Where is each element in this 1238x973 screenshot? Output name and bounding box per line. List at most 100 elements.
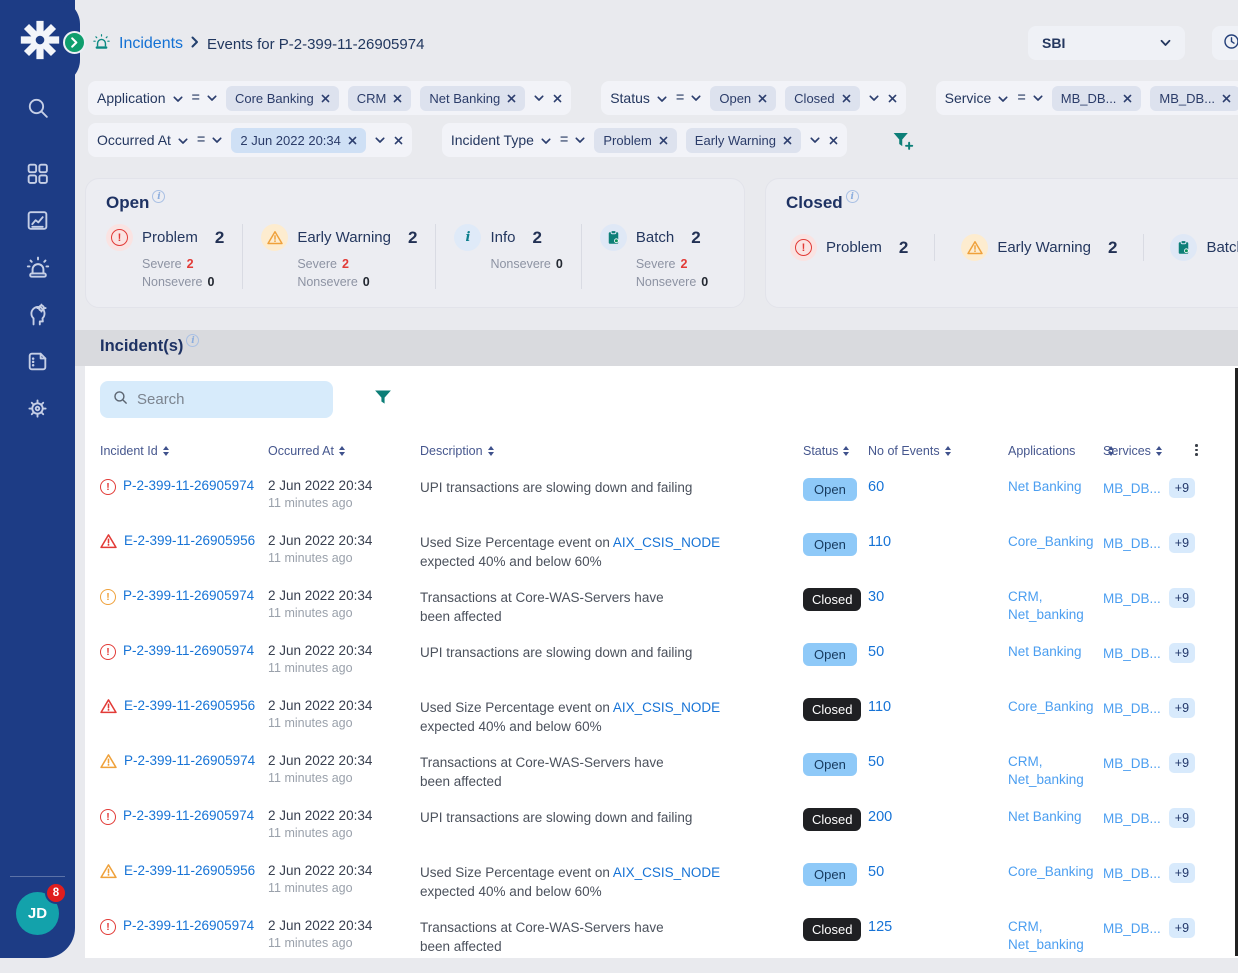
column-header-services[interactable]: Services: [1103, 444, 1162, 458]
remove-chip-icon[interactable]: [1123, 94, 1132, 103]
service-link[interactable]: MB_DB...: [1103, 756, 1161, 771]
remove-chip-icon[interactable]: [507, 94, 516, 103]
application-link[interactable]: CRM, Net_banking: [1008, 753, 1084, 789]
sidebar-item-incidents[interactable]: [24, 254, 51, 281]
remove-chip-icon[interactable]: [1222, 94, 1231, 103]
filter-field-button-application[interactable]: Application: [97, 90, 183, 106]
events-count-link[interactable]: 50: [868, 754, 884, 770]
application-link[interactable]: Core_Banking: [1008, 863, 1094, 881]
application-link[interactable]: CRM, Net_banking: [1008, 588, 1084, 624]
add-filter-icon[interactable]: [891, 129, 914, 152]
more-services-chip[interactable]: +9: [1169, 643, 1195, 663]
expand-chips-icon[interactable]: [534, 95, 544, 102]
incident-id-link[interactable]: P-2-399-11-26905974: [123, 588, 254, 603]
filter-field-button-occurred-at[interactable]: Occurred At: [97, 132, 188, 148]
incident-id-link[interactable]: P-2-399-11-26905974: [123, 643, 254, 658]
service-link[interactable]: MB_DB...: [1103, 591, 1161, 606]
clear-filter-icon[interactable]: [394, 136, 403, 145]
application-link[interactable]: Net Banking: [1008, 808, 1082, 826]
clear-filter-icon[interactable]: [888, 94, 897, 103]
sort-icon[interactable]: [1156, 446, 1162, 456]
column-header-occurred-at[interactable]: Occurred At: [268, 444, 345, 458]
service-link[interactable]: MB_DB...: [1103, 811, 1161, 826]
more-services-chip[interactable]: +9: [1169, 588, 1195, 608]
remove-chip-icon[interactable]: [758, 94, 767, 103]
service-link[interactable]: MB_DB...: [1103, 866, 1161, 881]
filter-field-button-service[interactable]: Service: [945, 90, 1009, 106]
remove-chip-icon[interactable]: [321, 94, 330, 103]
table-filter-icon[interactable]: [372, 387, 394, 411]
description-link[interactable]: AIX_CSIS_NODE: [613, 865, 720, 880]
service-link[interactable]: MB_DB...: [1103, 701, 1161, 716]
filter-operator-button[interactable]: =: [197, 132, 222, 148]
clear-filter-icon[interactable]: [829, 136, 838, 145]
service-link[interactable]: MB_DB...: [1103, 536, 1161, 551]
sort-icon[interactable]: [339, 446, 345, 456]
application-link[interactable]: Net Banking: [1008, 478, 1082, 496]
remove-chip-icon[interactable]: [659, 136, 668, 145]
service-link[interactable]: MB_DB...: [1103, 921, 1161, 936]
info-icon[interactable]: [186, 334, 199, 347]
info-icon[interactable]: [846, 190, 859, 203]
application-link[interactable]: Core_Banking: [1008, 533, 1094, 551]
events-count-link[interactable]: 60: [868, 479, 884, 495]
remove-chip-icon[interactable]: [842, 94, 851, 103]
sidebar-item-search[interactable]: [24, 94, 51, 121]
incident-id-link[interactable]: P-2-399-11-26905974: [123, 478, 254, 493]
description-link[interactable]: AIX_CSIS_NODE: [613, 535, 720, 550]
incident-id-link[interactable]: P-2-399-11-26905974: [123, 918, 254, 933]
clear-filter-icon[interactable]: [553, 94, 562, 103]
breadcrumb-incidents-link[interactable]: Incidents: [119, 35, 183, 53]
filter-operator-button[interactable]: =: [560, 132, 585, 148]
events-count-link[interactable]: 50: [868, 864, 884, 880]
sidebar-item-dashboard[interactable]: [24, 160, 51, 187]
events-count-link[interactable]: 125: [868, 919, 892, 935]
events-count-link[interactable]: 110: [868, 699, 891, 715]
more-services-chip[interactable]: +9: [1169, 698, 1195, 718]
filter-operator-button[interactable]: =: [192, 90, 217, 106]
sidebar-item-reports[interactable]: [24, 348, 51, 375]
sidebar-expand-toggle[interactable]: [63, 31, 86, 54]
description-link[interactable]: AIX_CSIS_NODE: [613, 700, 720, 715]
info-icon[interactable]: [152, 190, 165, 203]
more-services-chip[interactable]: +9: [1169, 918, 1195, 938]
column-header-applications[interactable]: Applications: [1008, 444, 1114, 458]
remove-chip-icon[interactable]: [393, 94, 402, 103]
column-header-status[interactable]: Status: [803, 444, 849, 458]
more-services-chip[interactable]: +9: [1169, 478, 1195, 498]
expand-chips-icon[interactable]: [375, 137, 385, 144]
sidebar-item-ai-insights[interactable]: [24, 301, 51, 328]
more-services-chip[interactable]: +9: [1169, 863, 1195, 883]
column-header-description[interactable]: Description: [420, 444, 494, 458]
application-link[interactable]: CRM, Net_banking: [1008, 918, 1084, 954]
service-link[interactable]: MB_DB...: [1103, 481, 1161, 496]
expand-chips-icon[interactable]: [810, 137, 820, 144]
more-services-chip[interactable]: +9: [1169, 808, 1195, 828]
events-count-link[interactable]: 50: [868, 644, 884, 660]
sort-icon[interactable]: [163, 446, 169, 456]
events-count-link[interactable]: 110: [868, 534, 891, 550]
time-range-button[interactable]: [1212, 26, 1238, 60]
more-services-chip[interactable]: +9: [1169, 753, 1195, 773]
events-count-link[interactable]: 200: [868, 809, 892, 825]
filter-field-button-status[interactable]: Status: [610, 90, 667, 106]
remove-chip-icon[interactable]: [783, 136, 792, 145]
incident-id-link[interactable]: E-2-399-11-26905956: [124, 863, 255, 878]
incident-id-link[interactable]: E-2-399-11-26905956: [124, 533, 255, 548]
sort-icon[interactable]: [945, 446, 951, 456]
incident-id-link[interactable]: P-2-399-11-26905974: [124, 753, 255, 768]
events-count-link[interactable]: 30: [868, 589, 884, 605]
column-header-no-of-events[interactable]: No of Events: [868, 444, 951, 458]
filter-operator-button[interactable]: =: [1017, 90, 1042, 106]
filter-operator-button[interactable]: =: [676, 90, 701, 106]
sort-icon[interactable]: [843, 446, 849, 456]
application-link[interactable]: Net Banking: [1008, 643, 1082, 661]
column-header-incident-id[interactable]: Incident Id: [100, 444, 169, 458]
filter-field-button-incident-type[interactable]: Incident Type: [451, 132, 551, 148]
incident-id-link[interactable]: E-2-399-11-26905956: [124, 698, 255, 713]
application-link[interactable]: Core_Banking: [1008, 698, 1094, 716]
incident-id-link[interactable]: P-2-399-11-26905974: [123, 808, 254, 823]
sidebar-item-settings[interactable]: [24, 395, 51, 422]
sort-icon[interactable]: [488, 446, 494, 456]
service-link[interactable]: MB_DB...: [1103, 646, 1161, 661]
